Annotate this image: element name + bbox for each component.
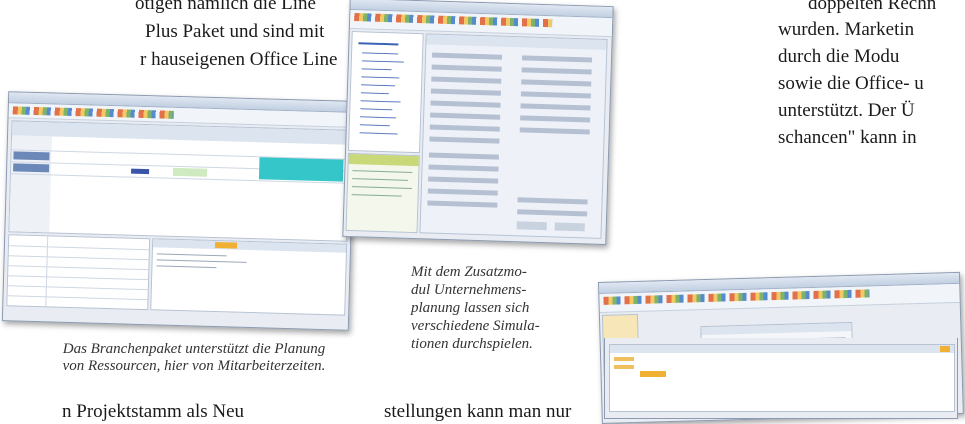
- article-text-top-left-2: Plus Paket und sind mit: [145, 21, 325, 42]
- notes-panel: [150, 238, 348, 316]
- article-text-top-right-2: wurden. Marketin: [778, 19, 915, 40]
- article-text-top-left-1: otigen nämlich die Line: [135, 0, 316, 14]
- office-list: [609, 344, 955, 412]
- article-text-top-right-6: schancen" kann in: [778, 127, 917, 148]
- caption-left: Das Branchenpaket unterstützt die Planun…: [34, 341, 354, 375]
- caption-left-line-2: von Ressourcen, hier von Mitarbeiterzeit…: [62, 358, 326, 374]
- caption-middle-line-3: planung lassen sich: [411, 300, 530, 316]
- article-text-bottom-left: n Projektstamm als Neu: [62, 401, 245, 422]
- caption-middle-line-5: tionen durchspielen.: [411, 336, 533, 352]
- screenshot-company-planning: [342, 0, 614, 246]
- navigation-tree: [348, 30, 424, 154]
- article-text-top-left-3: r hauseigenen Office Line: [140, 49, 338, 70]
- info-pane: [345, 152, 420, 234]
- article-text-top-right-5: unterstützt. Der Ü: [778, 100, 915, 121]
- caption-left-line-1: Das Branchenpaket unterstützt die Planun…: [62, 341, 326, 357]
- article-text-top-right-1: doppelten Rechn: [808, 0, 937, 14]
- caption-middle: Mit dem Zusatzmo- dul Unternehmens- plan…: [411, 263, 540, 353]
- article-text-top-right-3: durch die Modu: [778, 46, 900, 67]
- screenshot-office-line-lower: [604, 338, 958, 419]
- planning-grid: [8, 120, 351, 242]
- screenshot-resource-planning: [1, 91, 356, 331]
- article-text-bottom-mid: stellungen kann man nur: [384, 401, 572, 422]
- caption-middle-line-1: Mit dem Zusatzmo-: [411, 264, 527, 280]
- detail-form: [6, 234, 151, 311]
- simulation-dialog: [419, 33, 608, 239]
- article-text-top-right-4: sowie die Office- u: [778, 73, 924, 94]
- caption-middle-line-4: verschiedene Simula-: [411, 318, 540, 334]
- caption-middle-line-2: dul Unternehmens-: [411, 282, 527, 298]
